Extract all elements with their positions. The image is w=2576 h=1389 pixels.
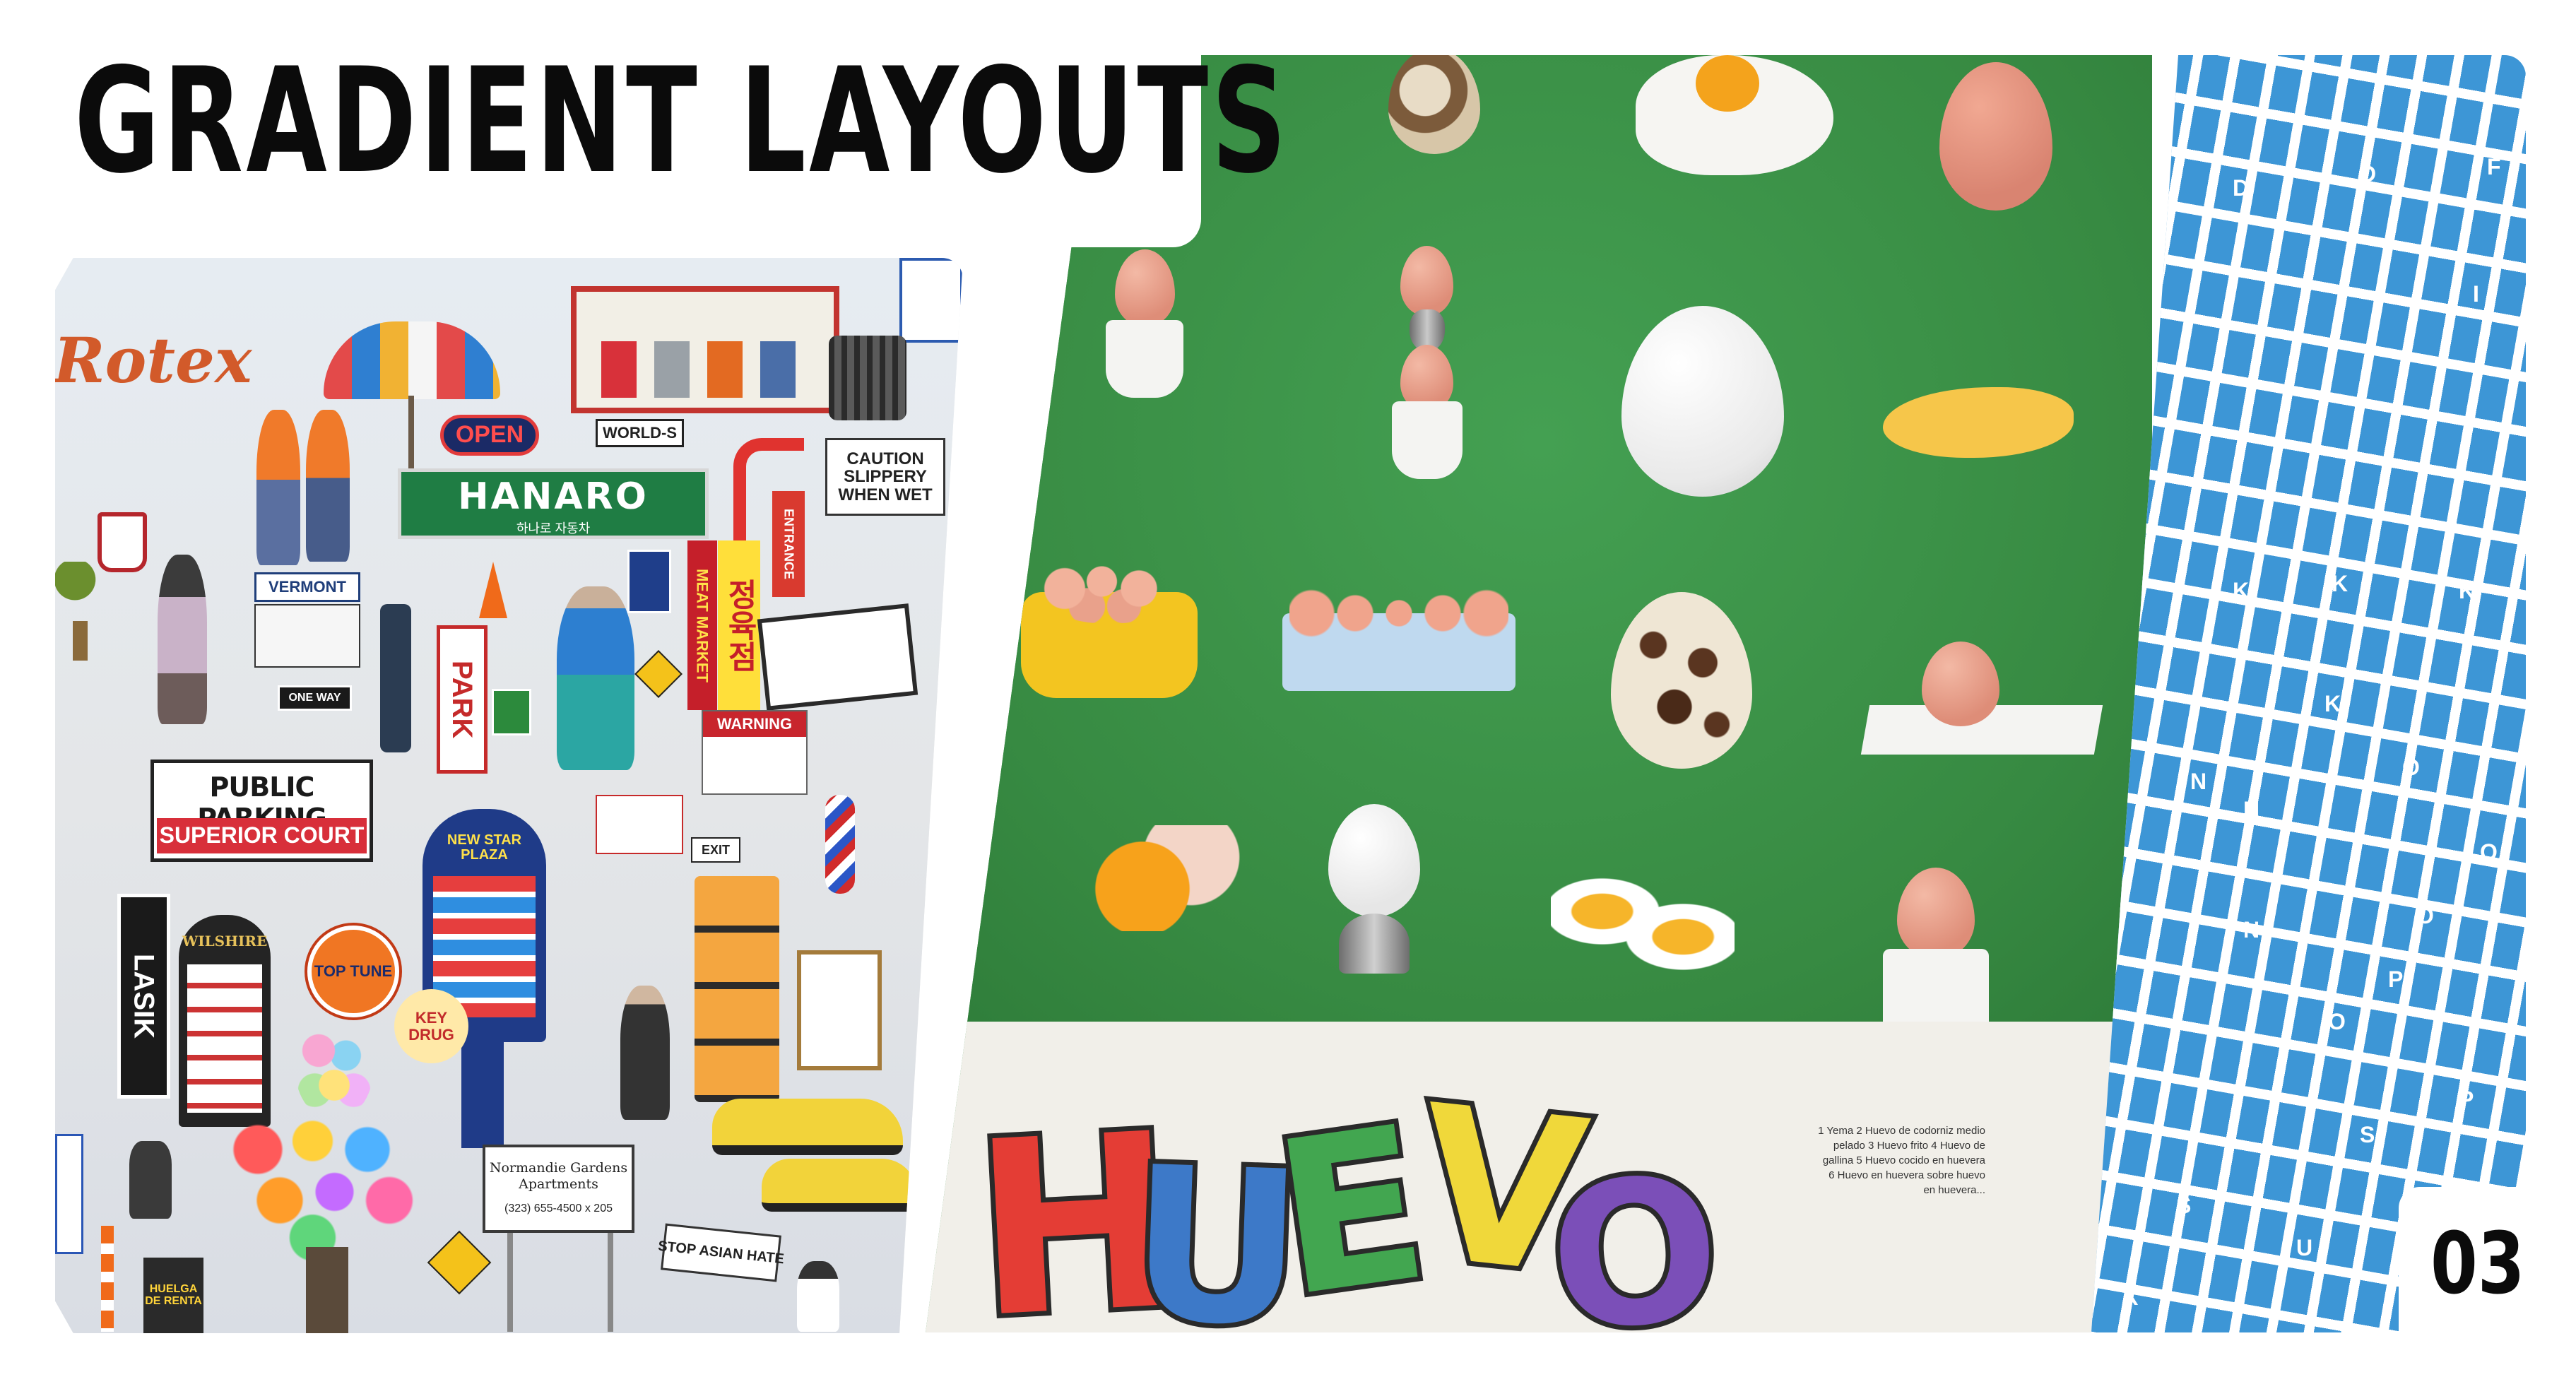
street-sign-collage: Rotex OPEN WORLD-S ENTRANCE CAUTION SLIP… <box>55 258 963 1333</box>
entrance-label: ENTRANCE <box>772 491 805 597</box>
plaza-sign-post <box>461 1035 504 1148</box>
warning-label: WARNING <box>703 711 806 737</box>
panel-letter: U <box>2296 1235 2313 1260</box>
hanaro-title: HANARO <box>458 475 649 518</box>
exit-sign: EXIT <box>691 837 740 863</box>
egg-carton-tray <box>1282 581 1516 691</box>
panel-letter: D <box>2233 175 2250 201</box>
boiled-egg-halves <box>1551 861 1735 988</box>
panel-letter: P <box>2388 967 2404 992</box>
panel-letter: O <box>2328 1009 2346 1034</box>
normandie-name: Normandie Gardens Apartments <box>489 1160 628 1192</box>
red-info-sign <box>596 795 683 854</box>
caution-wet-floor-sign: CAUTION SLIPPERY WHEN WET <box>825 438 945 516</box>
vermont-street-sign: VERMONT <box>254 572 360 602</box>
yellow-korean-sign-stack <box>695 876 779 1102</box>
broken-egg-shell <box>1077 825 1240 931</box>
yellow-taxi-2 <box>762 1159 917 1212</box>
framed-picture <box>797 950 882 1070</box>
korean-meat-shop-sign: 정육점 <box>718 540 760 710</box>
panel-letter: X <box>2123 1284 2139 1310</box>
panel-letter: K <box>2332 571 2348 596</box>
man-walking-dark <box>620 986 670 1120</box>
balloon-bunch-large <box>214 1099 433 1268</box>
worker-figure-1 <box>256 410 300 565</box>
left-edge-sign <box>55 1134 83 1254</box>
panel-letter: I <box>2473 281 2479 307</box>
potted-plant <box>55 562 105 661</box>
public-parking-small-sign <box>627 550 671 613</box>
cracked-quail-egg-top <box>1388 55 1480 154</box>
world-street-sign: WORLD-S <box>596 419 684 447</box>
meat-market-sign: MEAT MARKET <box>687 540 717 710</box>
new-star-plaza-label: NEW STAR PLAZA <box>447 832 522 863</box>
green-arrow-sign <box>492 689 531 735</box>
key-drug-sign: KEY DRUG <box>394 989 468 1063</box>
panel-letter: D <box>2360 161 2377 187</box>
panel-letter: N <box>2190 769 2207 794</box>
woman-with-child <box>158 555 207 724</box>
poster-legend: 1 Yema 2 Huevo de codorniz medio pelado … <box>1818 1125 1985 1196</box>
kfc-bucket <box>98 512 147 572</box>
open-neon-sign: OPEN <box>440 415 539 456</box>
traffic-post <box>101 1226 114 1332</box>
panel-letter: P <box>2459 1087 2474 1112</box>
huelga-de-renta-sign: HUELGA DE RENTA <box>143 1258 203 1333</box>
panel-letter: K <box>2459 578 2476 603</box>
metal-cage <box>829 336 906 420</box>
normandie-gardens-sign: Normandie Gardens Apartments (323) 655-4… <box>483 1145 634 1233</box>
egg-cup-left <box>1106 320 1183 398</box>
title-card: GRADIENT LAYOUTS <box>0 0 1287 247</box>
cyclist <box>797 1261 839 1332</box>
traffic-cone <box>479 562 507 618</box>
balloon-vendor <box>306 1247 348 1333</box>
panel-letter: S <box>2176 1193 2192 1218</box>
slide-title: GRADIENT LAYOUTS <box>74 37 1290 206</box>
panel-letter: S <box>2360 1122 2375 1147</box>
hanaro-subtitle: 하나로 자동차 <box>516 521 591 536</box>
wilshire-plaza-sign: WILSHIRE <box>179 915 271 1127</box>
korean-billboard-sign <box>757 603 918 711</box>
letter-block-field <box>2091 55 2526 1332</box>
cutout-letter-poster: D D F I K K K K N N N O O O O P P S S U … <box>2091 55 2526 1332</box>
korean-sign-top <box>899 258 963 343</box>
panel-letter: O <box>2480 839 2498 865</box>
barber-pole <box>825 795 855 894</box>
worker-figure-2 <box>306 410 350 562</box>
egg-cup-center <box>1392 401 1463 479</box>
yellow-egg-tin <box>1021 553 1198 698</box>
public-parking-sign: PUBLIC PARKING SUPERIOR COURT <box>150 759 373 862</box>
vermont-detail <box>254 604 360 668</box>
man-walking <box>557 586 634 770</box>
page-number: 03 <box>2430 1215 2525 1313</box>
hanaro-sign: HANARO 하나로 자동차 <box>398 468 709 539</box>
normandie-phone: (323) 655-4500 x 205 <box>504 1202 613 1214</box>
one-way-sign: ONE WAY <box>278 685 352 711</box>
lasik-vertical-sign: LASIK <box>117 894 170 1099</box>
wilshire-label: WILSHIRE <box>182 933 268 950</box>
slide: Rotex OPEN WORLD-S ENTRANCE CAUTION SLIP… <box>0 0 2576 1389</box>
park-vertical-sign: PARK <box>437 625 488 774</box>
panel-letter: K <box>2324 691 2341 716</box>
panel-letter: N <box>2243 797 2260 822</box>
huevo-letter-o: O <box>1538 1129 1732 1332</box>
panel-letter: K <box>2233 578 2250 603</box>
top-tune-sign: TOP TUNE <box>307 926 399 1017</box>
rotex-logo: Rotex <box>55 323 252 397</box>
horse-rider <box>129 1141 172 1219</box>
panel-letter: F <box>2487 154 2501 179</box>
yellow-taxi-1 <box>712 1099 903 1155</box>
normandie-sign-posts <box>507 1233 613 1332</box>
superior-court-label: SUPERIOR COURT <box>157 818 367 853</box>
apparel-billboard <box>571 286 839 413</box>
vertical-korean-sign <box>380 604 411 752</box>
warning-sign: WARNING <box>702 710 808 795</box>
panel-letter: O <box>2402 755 2420 780</box>
panel-letter: O <box>2416 903 2434 928</box>
silver-stand <box>1339 914 1410 974</box>
panel-letter: N <box>2243 917 2260 942</box>
